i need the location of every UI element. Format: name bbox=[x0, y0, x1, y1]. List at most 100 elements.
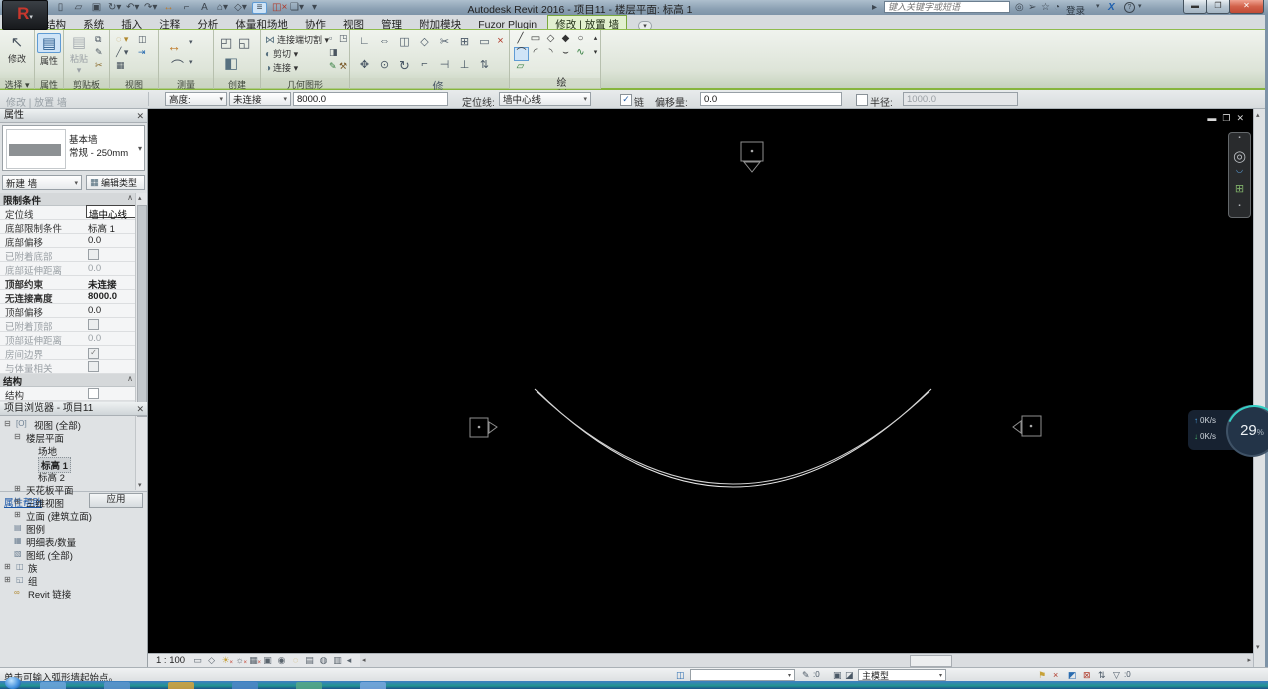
workset-dropdown[interactable]: ▾ bbox=[690, 669, 795, 681]
properties-palette-header[interactable]: 属性 ✕ bbox=[0, 109, 147, 123]
usage-ball[interactable]: 29% bbox=[1218, 397, 1268, 469]
subscription-icon[interactable]: ➢ bbox=[1028, 2, 1036, 13]
measure-icon[interactable]: ↔ bbox=[162, 3, 175, 13]
property-row-location-line[interactable]: 定位线 墙中心线 bbox=[0, 205, 138, 221]
exchange-apps-icon[interactable]: X bbox=[1108, 2, 1115, 13]
tree-item-schedules[interactable]: ▦ 明细表/数量 bbox=[0, 535, 147, 549]
paint-icon[interactable]: ✎ bbox=[329, 61, 337, 72]
tree-item-groups[interactable]: ⊞ ◱ 组 bbox=[0, 574, 147, 588]
properties-toggle-button[interactable]: ▤ 属性 bbox=[37, 33, 61, 67]
customize-qat-icon[interactable]: ▾ bbox=[308, 3, 321, 13]
search-binoculars-icon[interactable]: ◎ bbox=[1015, 2, 1024, 13]
wall-joins-icon[interactable]: ▫ bbox=[329, 33, 332, 43]
view-settings-icon[interactable]: ▦ bbox=[116, 60, 125, 71]
elevation-marker-left[interactable] bbox=[469, 417, 498, 438]
align-icon[interactable]: ∟ bbox=[356, 35, 373, 47]
expand-icon[interactable]: ⊞ bbox=[4, 575, 11, 584]
section-icon[interactable]: ◇▾ bbox=[234, 3, 247, 13]
property-row-top-attached[interactable]: 已附着顶部 bbox=[0, 318, 136, 333]
vertical-scrollbar[interactable]: ▴ ▾ bbox=[1253, 109, 1265, 667]
chain-checkbox[interactable]: ✓ bbox=[620, 94, 632, 106]
collapse-icon[interactable]: ⊟ bbox=[14, 432, 21, 441]
thin-lines-icon[interactable]: ≡ bbox=[252, 2, 267, 14]
property-row-base-constraint[interactable]: 底部限制条件 标高 1 bbox=[0, 220, 136, 235]
redo-icon[interactable]: ↷▾ bbox=[144, 3, 157, 13]
measure-line-icon[interactable]: ↔ bbox=[167, 38, 181, 54]
height-mode-dropdown[interactable]: 高度: ▾ bbox=[165, 92, 227, 106]
array-icon[interactable]: ⊞ bbox=[456, 35, 473, 48]
modify-tool-button[interactable]: ↖ 修改 bbox=[3, 33, 31, 65]
expand-icon[interactable]: ⊞ bbox=[4, 562, 11, 571]
create-similar-icon[interactable]: ◱ bbox=[238, 35, 250, 51]
tree-item-revit-links[interactable]: ∞ Revit 链接 bbox=[0, 587, 147, 601]
trim-corner-icon[interactable]: ⌐ bbox=[416, 58, 433, 70]
mirror-draw-axis-icon[interactable]: ◇ bbox=[416, 35, 433, 48]
move-icon[interactable]: ✥ bbox=[356, 58, 373, 71]
collapse-icon[interactable]: ⊟ bbox=[4, 419, 11, 428]
navbar-options-icon[interactable]: ▪ bbox=[1229, 135, 1250, 141]
tree-item-site[interactable]: 场地 bbox=[0, 444, 147, 458]
scroll-down-icon[interactable]: ▾ bbox=[1256, 643, 1260, 651]
height-constraint-dropdown[interactable]: 未连接 ▾ bbox=[229, 92, 291, 106]
project-browser-close-icon[interactable]: ✕ bbox=[136, 402, 144, 416]
property-row-unconnected-height[interactable]: 无连接高度 8000.0 bbox=[0, 290, 136, 305]
taskbar-button[interactable] bbox=[296, 682, 322, 689]
top-attached-checkbox[interactable] bbox=[88, 319, 99, 330]
favorites-star-icon[interactable]: ☆ bbox=[1041, 2, 1050, 13]
start-orb-icon[interactable] bbox=[5, 677, 21, 689]
room-bounding-checkbox[interactable]: ✓ bbox=[88, 348, 99, 359]
reveal-hidden-icon[interactable]: ◌ bbox=[290, 656, 301, 665]
tree-item-floor-plans[interactable]: ⊟ 楼层平面 bbox=[0, 431, 147, 445]
tree-item-families[interactable]: ⊞ ◫ 族 bbox=[0, 561, 147, 575]
tree-item-level-1[interactable]: 标高 1 bbox=[0, 457, 147, 473]
sun-path-icon[interactable]: ☀ × bbox=[220, 656, 234, 667]
split-face-icon[interactable]: ◨ bbox=[329, 47, 338, 58]
tree-item-legends[interactable]: ▤ 图例 bbox=[0, 522, 147, 536]
property-row-structural[interactable]: 结构 bbox=[0, 387, 136, 402]
copy-icon-modify[interactable]: ⊙ bbox=[376, 58, 393, 71]
editable-elements-icon[interactable]: ◩ bbox=[1068, 670, 1077, 681]
tree-item-level-2[interactable]: 标高 2 bbox=[0, 470, 147, 484]
editable-only-icon[interactable]: ✎ bbox=[802, 670, 810, 681]
crop-region-icon[interactable]: ▣ bbox=[262, 656, 273, 665]
measure-caret-icon[interactable]: ▾ bbox=[189, 38, 193, 46]
shadows-icon[interactable]: ☼ × bbox=[234, 656, 247, 667]
paste-button[interactable]: ▤ 粘贴 ▾ bbox=[67, 33, 91, 76]
pick-lines-tool-icon[interactable]: ▱ bbox=[514, 61, 527, 73]
navbar-more-icon[interactable]: ▪ bbox=[1229, 203, 1250, 209]
worksharing-display-icon[interactable]: ▤ bbox=[304, 656, 315, 665]
scroll-right-icon[interactable]: ▸ bbox=[1247, 656, 1251, 664]
expand-icon[interactable]: ⊞ bbox=[14, 497, 21, 506]
horizontal-scrollbar[interactable]: ◂ ▸ bbox=[360, 654, 1253, 667]
scale-icon[interactable]: ▭ bbox=[476, 35, 493, 48]
join-geometry-button[interactable]: ◑ 连接 ▾ bbox=[265, 61, 298, 74]
split-element-icon[interactable]: ✂ bbox=[436, 35, 453, 48]
instance-selector-dropdown[interactable]: 新建 墙 ▾ bbox=[2, 175, 82, 190]
property-row-top-extension[interactable]: 顶部延伸距离 0.0 bbox=[0, 332, 136, 347]
project-browser-header[interactable]: 项目浏览器 - 项目11 ✕ bbox=[0, 402, 147, 416]
rectangle-tool-icon[interactable]: ▭ bbox=[529, 33, 542, 45]
elevation-marker-right[interactable] bbox=[1012, 415, 1042, 437]
scroll-left-icon[interactable]: ◂ bbox=[362, 656, 366, 664]
open-file-icon[interactable]: ▱ bbox=[72, 3, 85, 13]
measure-arc-caret-icon[interactable]: ▾ bbox=[189, 58, 193, 66]
select-underlay-icon[interactable]: ⇅ bbox=[1098, 670, 1106, 681]
zoom-icon[interactable]: ⊞ bbox=[1229, 182, 1250, 195]
sync-icon[interactable]: ↻▾ bbox=[108, 3, 121, 13]
structure-group-header[interactable]: 结构 ∧ bbox=[0, 374, 136, 388]
taskbar-button[interactable] bbox=[40, 682, 66, 689]
infocenter-collapse-icon[interactable]: ▸ bbox=[872, 2, 877, 13]
user-icon[interactable]: ◔ bbox=[1054, 2, 1060, 13]
radius-checkbox[interactable] bbox=[856, 94, 868, 106]
design-option-dropdown[interactable]: 主模型 ▾ bbox=[858, 669, 946, 681]
new-file-icon[interactable]: ▯ bbox=[54, 3, 67, 13]
cut-clipboard-icon[interactable]: ✂ bbox=[95, 60, 103, 71]
drawing-area[interactable]: ▬❐✕ ▪ ◎ ◡ ⊞ ▪ bbox=[148, 109, 1253, 653]
height-value-input[interactable] bbox=[293, 92, 448, 106]
close-button[interactable]: ✕ bbox=[1229, 0, 1264, 14]
visual-style-icon[interactable]: ◇ bbox=[206, 656, 217, 665]
scale-button[interactable]: 1 : 100 bbox=[156, 655, 185, 666]
tree-item-sheets[interactable]: ▧ 图纸 (全部) bbox=[0, 548, 147, 562]
start-end-radius-arc-tool-icon[interactable]: ⌒ bbox=[514, 47, 529, 61]
taskbar-button[interactable] bbox=[232, 682, 258, 689]
